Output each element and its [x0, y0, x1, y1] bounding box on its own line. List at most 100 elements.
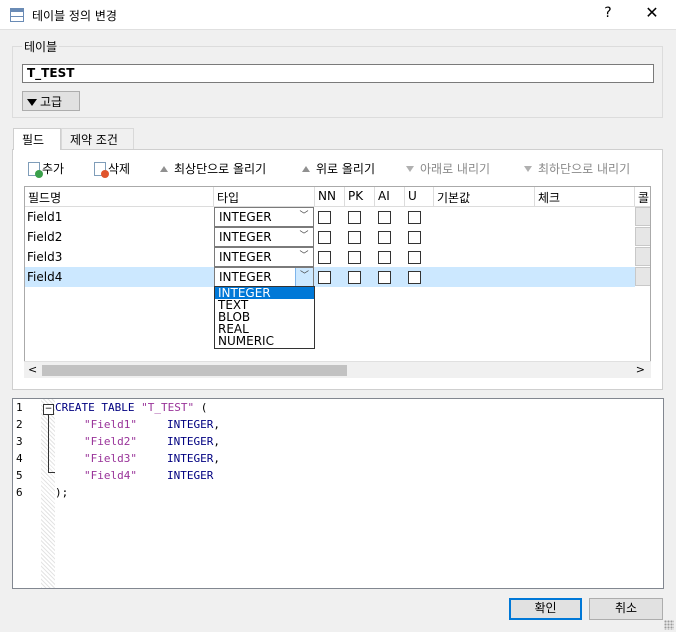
- col-header-check[interactable]: 체크: [535, 187, 635, 207]
- move-bottom-icon: [524, 166, 532, 172]
- move-down-icon: [406, 166, 414, 172]
- sql-field-type: INTEGER: [166, 418, 214, 431]
- type-select[interactable]: INTEGER ﹀: [214, 227, 314, 247]
- pk-checkbox[interactable]: [348, 211, 361, 224]
- sql-field-type: INTEGER: [166, 452, 214, 465]
- table-row-selected[interactable]: Field4 INTEGER ﹀: [25, 267, 635, 287]
- collation-cell[interactable]: [635, 227, 650, 246]
- sql-table-name: "T_TEST": [141, 401, 195, 414]
- line-number: 1: [16, 401, 23, 414]
- collation-cell[interactable]: [635, 207, 650, 226]
- move-bottom-label: 최하단으로 내리기: [538, 162, 631, 176]
- sql-open-paren: (: [194, 401, 208, 414]
- type-value: INTEGER: [219, 210, 272, 224]
- resize-grip[interactable]: [664, 620, 674, 630]
- type-select-open[interactable]: INTEGER ﹀: [214, 267, 314, 287]
- field-name-cell[interactable]: Field1: [27, 210, 62, 224]
- type-value: INTEGER: [219, 230, 272, 244]
- table-row[interactable]: Field3 INTEGER ﹀: [25, 247, 635, 267]
- move-top-button[interactable]: 최상단으로 올리기: [160, 160, 266, 177]
- cancel-button[interactable]: 취소: [589, 598, 663, 620]
- unique-checkbox[interactable]: [408, 251, 421, 264]
- help-button[interactable]: ?: [600, 5, 616, 21]
- move-top-icon: [160, 166, 168, 172]
- sql-line-2: "Field1" INTEGER,: [84, 418, 220, 431]
- tab-fields[interactable]: 필드: [13, 128, 61, 150]
- ok-button[interactable]: 확인: [509, 598, 582, 620]
- unique-checkbox[interactable]: [408, 271, 421, 284]
- pk-checkbox[interactable]: [348, 231, 361, 244]
- line-number: 3: [16, 435, 23, 448]
- sql-preview[interactable]: 1 2 3 4 5 6 − CREATE TABLE "T_TEST" ( "F…: [12, 398, 664, 589]
- window-title: 테이블 정의 변경: [32, 9, 117, 23]
- table-name-input[interactable]: T_TEST: [22, 64, 654, 83]
- sql-field-type: INTEGER: [166, 469, 214, 482]
- col-header-nn[interactable]: NN: [315, 187, 345, 207]
- nn-checkbox[interactable]: [318, 271, 331, 284]
- advanced-button[interactable]: 고급: [22, 91, 80, 111]
- collation-cell[interactable]: [635, 247, 650, 266]
- sql-field-name: "Field1": [84, 418, 137, 431]
- pk-checkbox[interactable]: [348, 271, 361, 284]
- col-header-ai[interactable]: AI: [375, 187, 405, 207]
- sql-line-5: "Field4" INTEGER: [84, 469, 213, 482]
- type-select[interactable]: INTEGER ﹀: [214, 207, 314, 227]
- fields-grid: 필드명 타입 NN PK AI U 기본값 체크 콜 Field1 INTEGE…: [24, 186, 651, 378]
- move-bottom-button[interactable]: 최하단으로 내리기: [524, 160, 630, 177]
- nn-checkbox[interactable]: [318, 251, 331, 264]
- table-row[interactable]: Field1 INTEGER ﹀: [25, 207, 635, 227]
- chevron-down-icon: ﹀: [299, 211, 309, 221]
- col-header-u[interactable]: U: [405, 187, 434, 207]
- col-header-pk[interactable]: PK: [345, 187, 375, 207]
- move-up-button[interactable]: 위로 올리기: [302, 160, 375, 177]
- add-field-button[interactable]: 추가: [28, 160, 65, 178]
- collation-cell[interactable]: [635, 267, 650, 286]
- col-header-collation[interactable]: 콜: [635, 187, 650, 207]
- type-dropdown-list: INTEGER TEXT BLOB REAL NUMERIC: [214, 286, 315, 349]
- sql-line-6: );: [55, 486, 68, 499]
- move-down-label: 아래로 내리기: [420, 162, 491, 176]
- ai-checkbox[interactable]: [378, 271, 391, 284]
- ai-checkbox[interactable]: [378, 251, 391, 264]
- field-name-cell[interactable]: Field2: [27, 230, 62, 244]
- fold-line: [48, 415, 49, 472]
- move-down-button[interactable]: 아래로 내리기: [406, 160, 490, 177]
- scrollbar-thumb[interactable]: [42, 365, 347, 376]
- col-header-default[interactable]: 기본값: [434, 187, 535, 207]
- type-option-numeric[interactable]: NUMERIC: [215, 335, 314, 347]
- sql-separator: ,: [213, 418, 220, 431]
- delete-field-button[interactable]: 삭제: [94, 160, 131, 178]
- field-name-cell[interactable]: Field3: [27, 250, 62, 264]
- unique-checkbox[interactable]: [408, 231, 421, 244]
- title-bar: 테이블 정의 변경 ? ✕: [0, 0, 676, 30]
- sql-field-type: INTEGER: [166, 435, 214, 448]
- add-label: 추가: [42, 162, 65, 176]
- move-up-label: 위로 올리기: [316, 162, 376, 176]
- sql-field-name: "Field2": [84, 435, 137, 448]
- pk-checkbox[interactable]: [348, 251, 361, 264]
- collapse-icon[interactable]: −: [43, 404, 54, 415]
- line-number: 4: [16, 452, 23, 465]
- scroll-right-icon[interactable]: >: [636, 363, 645, 376]
- tab-constraints[interactable]: 제약 조건: [61, 128, 134, 149]
- table-icon: [10, 8, 24, 22]
- col-header-name[interactable]: 필드명: [25, 187, 214, 207]
- move-up-icon: [302, 166, 310, 172]
- nn-checkbox[interactable]: [318, 231, 331, 244]
- field-name-cell[interactable]: Field4: [27, 270, 62, 284]
- table-row[interactable]: Field2 INTEGER ﹀: [25, 227, 635, 247]
- nn-checkbox[interactable]: [318, 211, 331, 224]
- ai-checkbox[interactable]: [378, 211, 391, 224]
- horizontal-scrollbar[interactable]: < >: [24, 361, 651, 378]
- col-header-type[interactable]: 타입: [214, 187, 315, 207]
- chevron-down-icon: ﹀: [299, 251, 309, 261]
- fold-end: [48, 472, 55, 473]
- close-button[interactable]: ✕: [640, 3, 664, 22]
- ai-checkbox[interactable]: [378, 231, 391, 244]
- type-select[interactable]: INTEGER ﹀: [214, 247, 314, 267]
- scroll-left-icon[interactable]: <: [28, 363, 37, 376]
- advanced-label: 고급: [40, 95, 63, 109]
- sql-keyword: CREATE TABLE: [55, 401, 135, 414]
- delete-label: 삭제: [108, 162, 131, 176]
- unique-checkbox[interactable]: [408, 211, 421, 224]
